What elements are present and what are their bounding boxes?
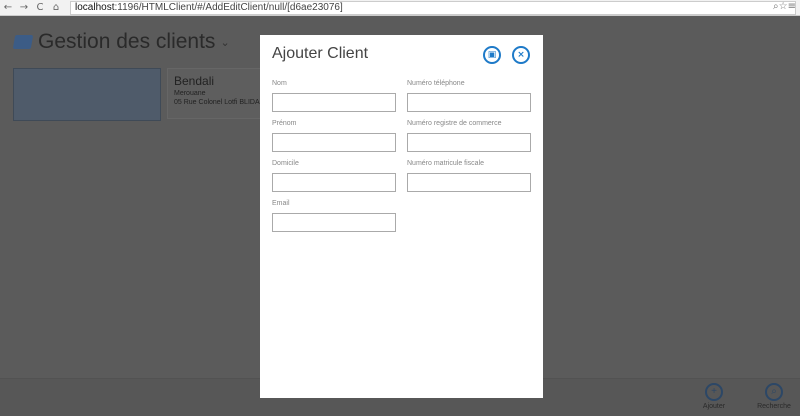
telephone-input[interactable] <box>407 93 531 112</box>
url-path: :1196/HTMLClient/#/AddEditClient/null/[d… <box>114 2 343 13</box>
add-client-dialog: Ajouter Client ▣ × Nom Numéro téléphone … <box>260 35 543 398</box>
domicile-input[interactable] <box>272 173 396 192</box>
search-button[interactable]: ⌕ Recherche <box>749 383 799 410</box>
client-first-name: Merouane <box>174 90 206 97</box>
registre-commerce-field: Numéro registre de commerce <box>407 120 531 152</box>
field-label: Numéro téléphone <box>407 80 465 87</box>
menu-icon[interactable]: ≡ <box>788 1 796 12</box>
forward-icon[interactable]: → <box>16 2 32 13</box>
back-icon[interactable]: ← <box>0 2 16 13</box>
nom-input[interactable] <box>272 93 396 112</box>
add-button[interactable]: + Ajouter <box>689 383 739 410</box>
app-logo-icon <box>12 35 34 49</box>
page-title-text: Gestion des clients <box>38 30 216 53</box>
reload-icon[interactable]: C <box>32 2 48 13</box>
client-name: Bendali <box>174 74 215 88</box>
field-label: Email <box>272 200 290 207</box>
page-title[interactable]: Gestion des clients ⌄ <box>12 30 230 54</box>
nom-field: Nom <box>272 80 396 112</box>
add-label: Ajouter <box>702 403 726 410</box>
registre-commerce-input[interactable] <box>407 133 531 152</box>
email-input[interactable] <box>272 213 396 232</box>
address-bar[interactable]: localhost:1196/HTMLClient/#/AddEditClien… <box>70 0 796 15</box>
domicile-field: Domicile <box>272 160 396 192</box>
chevron-down-icon[interactable]: ⌄ <box>220 36 229 49</box>
add-tile[interactable] <box>13 68 161 121</box>
plus-icon: + <box>705 383 723 401</box>
prenom-field: Prénom <box>272 120 396 152</box>
telephone-field: Numéro téléphone <box>407 80 531 112</box>
url-host: localhost <box>75 2 115 13</box>
field-label: Nom <box>272 80 287 87</box>
home-icon[interactable]: ⌂ <box>48 2 64 13</box>
dialog-title: Ajouter Client <box>272 45 369 62</box>
save-icon[interactable]: ▣ <box>483 46 501 64</box>
prenom-input[interactable] <box>272 133 396 152</box>
browser-toolbar: ← → C ⌂ localhost:1196/HTMLClient/#/AddE… <box>0 0 800 16</box>
client-card[interactable]: Bendali Merouane 05 Rue Colonel Lotfi BL… <box>167 68 267 119</box>
field-label: Prénom <box>272 120 297 127</box>
field-label: Numéro registre de commerce <box>407 120 502 127</box>
client-address: 05 Rue Colonel Lotfi BLIDA <box>174 99 260 106</box>
field-label: Domicile <box>272 160 299 167</box>
star-icon[interactable]: ☆ <box>779 1 788 12</box>
matricule-fiscale-field: Numéro matricule fiscale <box>407 160 531 192</box>
search-icon: ⌕ <box>765 383 783 401</box>
close-icon[interactable]: × <box>512 46 530 64</box>
email-field: Email <box>272 200 396 232</box>
matricule-fiscale-input[interactable] <box>407 173 531 192</box>
search-label: Recherche <box>757 403 791 410</box>
field-label: Numéro matricule fiscale <box>407 160 485 167</box>
